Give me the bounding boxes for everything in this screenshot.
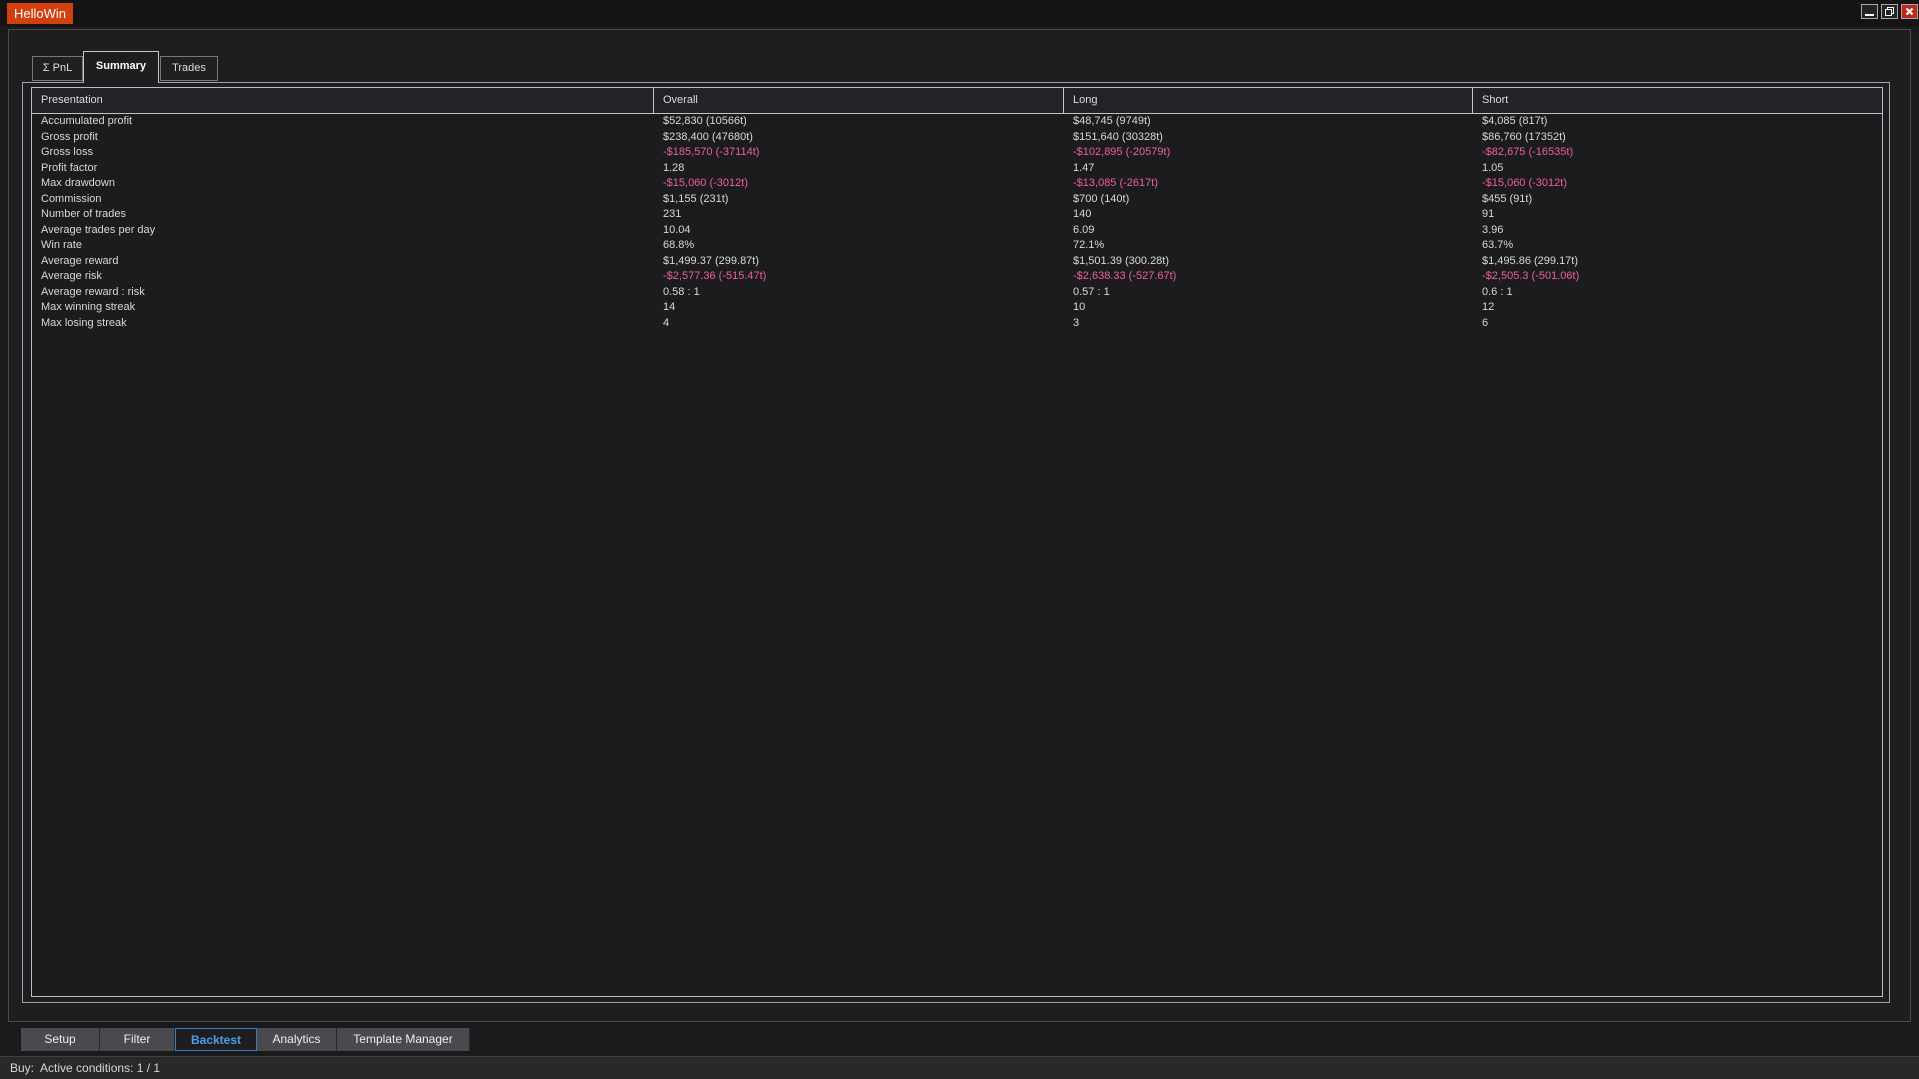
row-value-overall[interactable]: 14 <box>654 300 1064 316</box>
minimize-icon <box>1865 14 1874 16</box>
row-value-long[interactable]: $48,745 (9749t) <box>1064 114 1473 130</box>
row-value-short[interactable]: 1.05 <box>1473 161 1882 177</box>
row-value-long[interactable]: 140 <box>1064 207 1473 223</box>
tab-trades[interactable]: Trades <box>160 56 218 81</box>
window-title: HelloWin <box>7 3 74 24</box>
close-icon <box>1905 7 1914 16</box>
row-label[interactable]: Gross loss <box>32 145 654 161</box>
table-row[interactable]: Accumulated profit $52,830 (10566t) $48,74… <box>32 114 1882 130</box>
row-label[interactable]: Accumulated profit <box>32 114 654 130</box>
column-header-short[interactable]: Short <box>1473 88 1882 114</box>
row-value-overall[interactable]: 0.58 : 1 <box>654 285 1064 301</box>
restore-icon <box>1885 7 1894 16</box>
title-bar: HelloWin <box>0 0 1919 26</box>
status-bar: Buy: Active conditions: 1 / 1 <box>0 1056 1919 1079</box>
row-value-short[interactable]: -$82,675 (-16535t) <box>1473 145 1882 161</box>
row-label[interactable]: Profit factor <box>32 161 654 177</box>
table-row[interactable]: Average trades per day 10.04 6.09 3.96 <box>32 223 1882 239</box>
row-label[interactable]: Commission <box>32 192 654 208</box>
row-value-long[interactable]: 3 <box>1064 316 1473 332</box>
row-value-long[interactable]: -$2,638.33 (-527.67t) <box>1064 269 1473 285</box>
row-value-short[interactable]: -$15,060 (-3012t) <box>1473 176 1882 192</box>
row-value-overall[interactable]: -$185,570 (-37114t) <box>654 145 1064 161</box>
status-text: Buy: Active conditions: 1 / 1 <box>10 1061 161 1075</box>
row-label[interactable]: Average reward <box>32 254 654 270</box>
tab-summary[interactable]: Summary <box>83 51 159 83</box>
row-label[interactable]: Average trades per day <box>32 223 654 239</box>
table-row[interactable]: Profit factor 1.28 1.47 1.05 <box>32 161 1882 177</box>
tab-setup[interactable]: Setup <box>21 1028 100 1051</box>
row-value-overall[interactable]: $238,400 (47680t) <box>654 130 1064 146</box>
row-label[interactable]: Average risk <box>32 269 654 285</box>
row-value-overall[interactable]: $1,499.37 (299.87t) <box>654 254 1064 270</box>
table-row[interactable]: Average reward $1,499.37 (299.87t) $1,501.… <box>32 254 1882 270</box>
tab-backtest[interactable]: Backtest <box>175 1028 257 1051</box>
close-button[interactable] <box>1901 4 1918 19</box>
row-value-short[interactable]: 63.7% <box>1473 238 1882 254</box>
table-row[interactable]: Max drawdown -$15,060 (-3012t) -$13,085 (-… <box>32 176 1882 192</box>
row-value-short[interactable]: $4,085 (817t) <box>1473 114 1882 130</box>
row-value-short[interactable]: 91 <box>1473 207 1882 223</box>
row-value-short[interactable]: -$2,505.3 (-501.06t) <box>1473 269 1882 285</box>
row-label[interactable]: Gross profit <box>32 130 654 146</box>
row-value-short[interactable]: 6 <box>1473 316 1882 332</box>
row-value-overall[interactable]: 4 <box>654 316 1064 332</box>
row-value-short[interactable]: 12 <box>1473 300 1882 316</box>
table-body: Accumulated profit $52,830 (10566t) $48,74… <box>32 114 1882 331</box>
column-header-presentation[interactable]: Presentation <box>32 88 654 114</box>
row-value-long[interactable]: 1.47 <box>1064 161 1473 177</box>
table-row[interactable]: Max losing streak 4 3 6 <box>32 316 1882 332</box>
row-value-long[interactable]: $151,640 (30328t) <box>1064 130 1473 146</box>
row-value-overall[interactable]: -$15,060 (-3012t) <box>654 176 1064 192</box>
table-row[interactable]: Win rate 68.8% 72.1% 63.7% <box>32 238 1882 254</box>
table-row[interactable]: Max winning streak 14 10 12 <box>32 300 1882 316</box>
table-row[interactable]: Average risk -$2,577.36 (-515.47t) -$2,638… <box>32 269 1882 285</box>
column-header-overall[interactable]: Overall <box>654 88 1064 114</box>
table-row[interactable]: Gross loss -$185,570 (-37114t) -$102,895 (… <box>32 145 1882 161</box>
row-value-long[interactable]: -$13,085 (-2617t) <box>1064 176 1473 192</box>
row-value-long[interactable]: 6.09 <box>1064 223 1473 239</box>
table-row[interactable]: Number of trades 231 140 91 <box>32 207 1882 223</box>
table-header: Presentation Overall Long Short <box>32 88 1882 114</box>
row-value-overall[interactable]: 10.04 <box>654 223 1064 239</box>
restore-button[interactable] <box>1881 4 1898 19</box>
column-header-long[interactable]: Long <box>1064 88 1473 114</box>
row-label[interactable]: Max winning streak <box>32 300 654 316</box>
row-label[interactable]: Win rate <box>32 238 654 254</box>
row-value-overall[interactable]: $52,830 (10566t) <box>654 114 1064 130</box>
row-value-overall[interactable]: $1,155 (231t) <box>654 192 1064 208</box>
tab-template-manager[interactable]: Template Manager <box>337 1028 470 1051</box>
tab-pnl[interactable]: Σ PnL <box>32 56 83 81</box>
row-label[interactable]: Max drawdown <box>32 176 654 192</box>
row-label[interactable]: Max losing streak <box>32 316 654 332</box>
row-value-overall[interactable]: -$2,577.36 (-515.47t) <box>654 269 1064 285</box>
table-row[interactable]: Gross profit $238,400 (47680t) $151,640 (3… <box>32 130 1882 146</box>
row-value-overall[interactable]: 1.28 <box>654 161 1064 177</box>
summary-table: Presentation Overall Long Short Accumula… <box>31 87 1883 997</box>
row-value-long[interactable]: 0.57 : 1 <box>1064 285 1473 301</box>
row-value-short[interactable]: $455 (91t) <box>1473 192 1882 208</box>
row-value-long[interactable]: 72.1% <box>1064 238 1473 254</box>
row-value-overall[interactable]: 231 <box>654 207 1064 223</box>
row-value-long[interactable]: 10 <box>1064 300 1473 316</box>
row-value-long[interactable]: $700 (140t) <box>1064 192 1473 208</box>
row-value-overall[interactable]: 68.8% <box>654 238 1064 254</box>
table-row[interactable]: Commission $1,155 (231t) $700 (140t) $455 (… <box>32 192 1882 208</box>
row-value-short[interactable]: $86,760 (17352t) <box>1473 130 1882 146</box>
minimize-button[interactable] <box>1861 4 1878 19</box>
row-label[interactable]: Average reward : risk <box>32 285 654 301</box>
row-value-long[interactable]: -$102,895 (-20579t) <box>1064 145 1473 161</box>
row-value-short[interactable]: $1,495.86 (299.17t) <box>1473 254 1882 270</box>
row-label[interactable]: Number of trades <box>32 207 654 223</box>
tab-filter[interactable]: Filter <box>100 1028 175 1051</box>
row-value-short[interactable]: 3.96 <box>1473 223 1882 239</box>
table-row[interactable]: Average reward : risk 0.58 : 1 0.57 : 1 0.6… <box>32 285 1882 301</box>
row-value-long[interactable]: $1,501.39 (300.28t) <box>1064 254 1473 270</box>
row-value-short[interactable]: 0.6 : 1 <box>1473 285 1882 301</box>
tab-analytics[interactable]: Analytics <box>257 1028 337 1051</box>
